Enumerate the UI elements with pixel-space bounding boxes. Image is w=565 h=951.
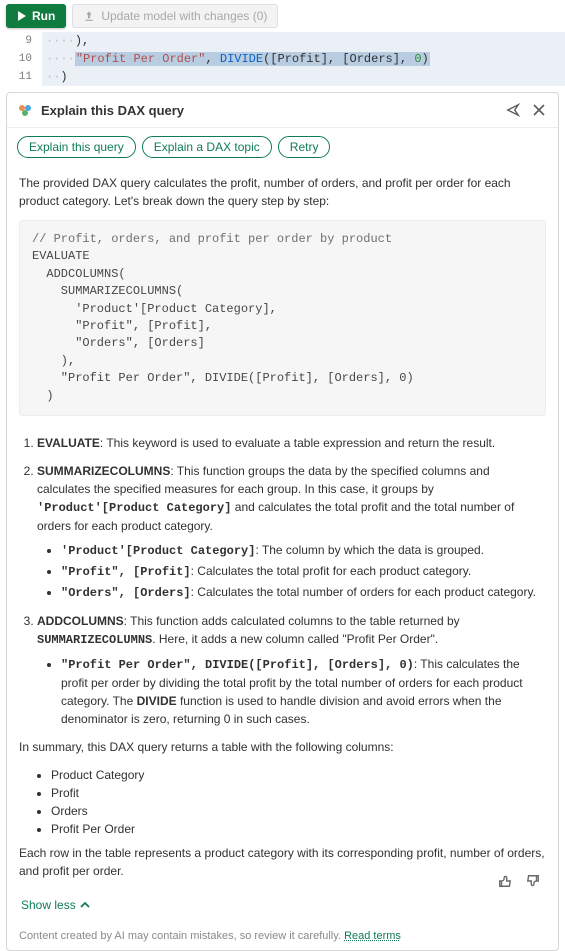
copilot-icon [17, 102, 33, 118]
read-terms-link[interactable]: Read terms [344, 930, 401, 942]
suggestion-chip[interactable]: Retry [278, 136, 331, 158]
explanation-subitem: 'Product'[Product Category]: The column … [61, 541, 546, 560]
thumbs-down-icon[interactable] [524, 872, 542, 890]
summary-column: Profit [51, 784, 546, 802]
explanation-subitem: "Orders", [Orders]: Calculates the total… [61, 583, 546, 602]
run-label: Run [32, 9, 55, 23]
thumbs-up-icon[interactable] [496, 872, 514, 890]
summary-lead: In summary, this DAX query returns a tab… [19, 738, 546, 756]
suggestion-chip[interactable]: Explain this query [17, 136, 136, 158]
line-number: 10 [0, 50, 42, 68]
code-line[interactable]: ··) [42, 68, 565, 86]
code-line[interactable]: ····"Profit·Per·Order", DIVIDE([Profit],… [42, 50, 565, 68]
update-model-button: Update model with changes (0) [72, 4, 278, 28]
summary-tail: Each row in the table represents a produ… [19, 844, 546, 880]
line-number: 9 [0, 32, 42, 50]
explanation-item: ADDCOLUMNS: This function adds calculate… [37, 612, 546, 728]
chevron-up-icon [80, 900, 90, 910]
panel-title: Explain this DAX query [41, 103, 496, 118]
show-less-toggle[interactable]: Show less [19, 890, 92, 916]
update-label: Update model with changes (0) [101, 9, 267, 23]
explanation-item: SUMMARIZECOLUMNS: This function groups t… [37, 462, 546, 602]
ai-disclaimer: Content created by AI may contain mistak… [7, 924, 558, 944]
send-icon[interactable] [504, 101, 522, 119]
explain-panel: Explain this DAX query Explain this quer… [6, 92, 559, 951]
run-button[interactable]: Run [6, 4, 66, 28]
line-number: 11 [0, 68, 42, 86]
play-icon [17, 11, 27, 21]
summary-column: Profit Per Order [51, 820, 546, 838]
explanation-subitem: "Profit Per Order", DIVIDE([Profit], [Or… [61, 655, 546, 728]
explanation-intro: The provided DAX query calculates the pr… [19, 174, 546, 210]
explanation-item: EVALUATE: This keyword is used to evalua… [37, 434, 546, 452]
dax-code-block: // Profit, orders, and profit per order … [19, 220, 546, 416]
summary-column: Product Category [51, 766, 546, 784]
explanation-subitem: "Profit", [Profit]: Calculates the total… [61, 562, 546, 581]
close-icon[interactable] [530, 101, 548, 119]
suggestion-chip[interactable]: Explain a DAX topic [142, 136, 272, 158]
summary-column: Orders [51, 802, 546, 820]
code-line[interactable]: ····), [42, 32, 565, 50]
code-editor[interactable]: 9····),10····"Profit·Per·Order", DIVIDE(… [0, 32, 565, 86]
upload-icon [83, 10, 95, 22]
